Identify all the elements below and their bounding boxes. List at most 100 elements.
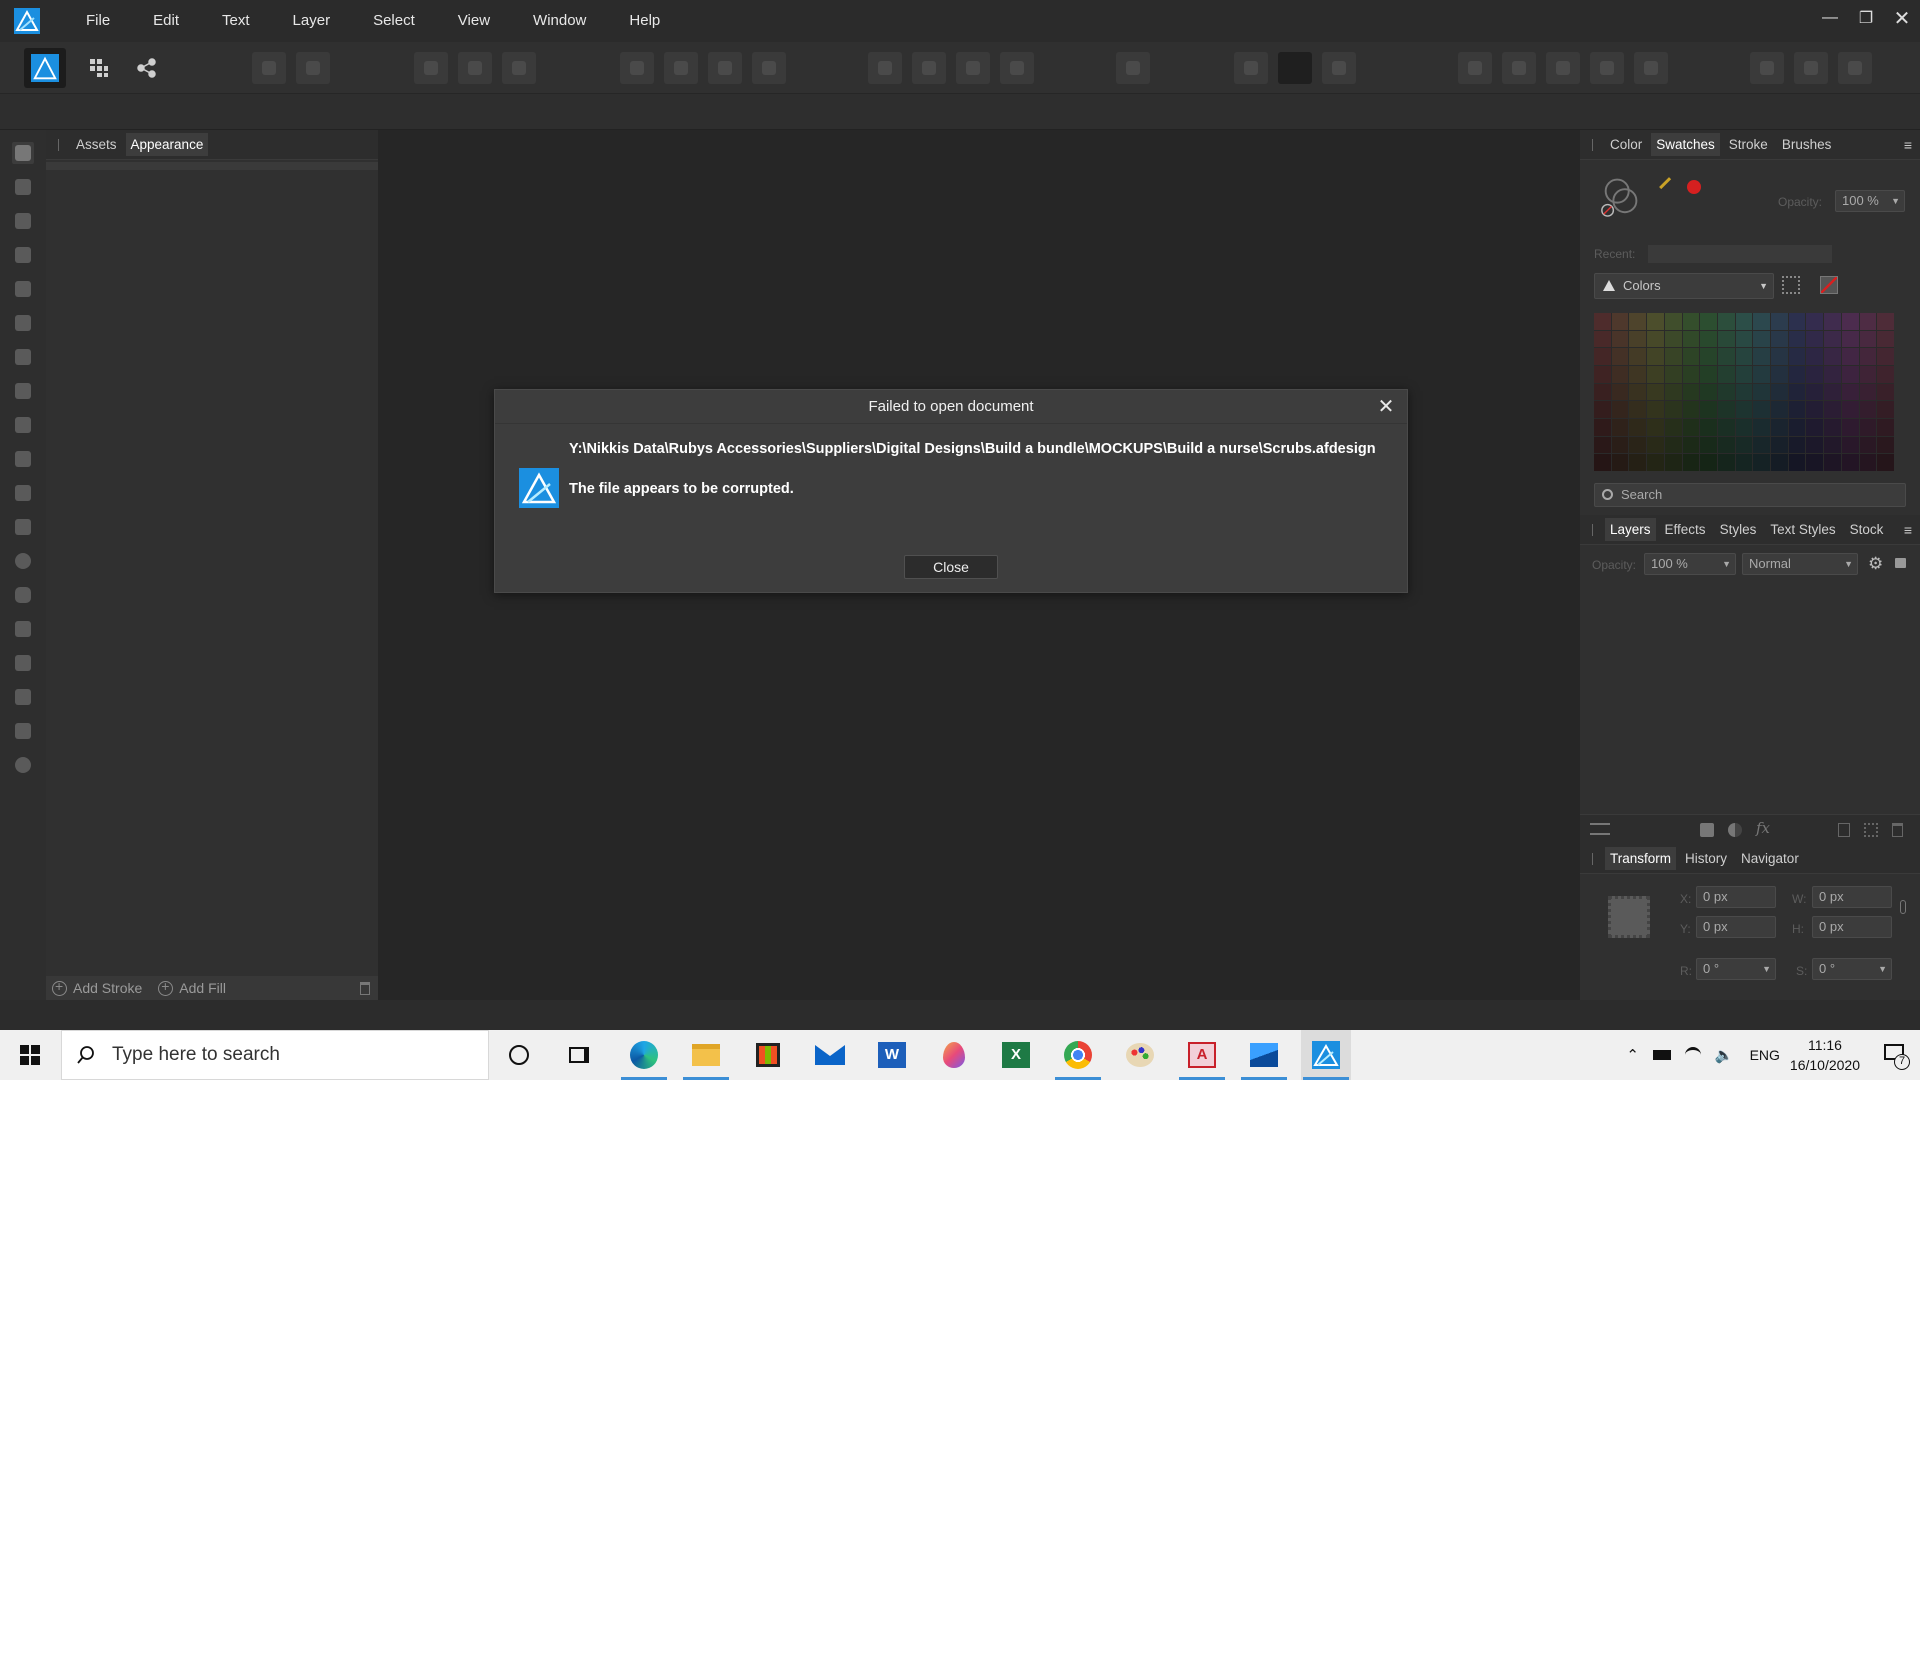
- eyedropper-icon[interactable]: [1659, 177, 1679, 197]
- toolbar-button[interactable]: [1546, 52, 1580, 84]
- artistic-text-tool-icon[interactable]: [12, 652, 34, 674]
- swatch[interactable]: [1859, 383, 1877, 401]
- swatch[interactable]: [1877, 348, 1894, 365]
- heart-shape-tool-icon[interactable]: [12, 618, 34, 640]
- w-field[interactable]: 0 px: [1812, 886, 1892, 908]
- swatch[interactable]: [1806, 436, 1824, 454]
- tab-effects[interactable]: Effects: [1660, 518, 1711, 541]
- swatch[interactable]: [1753, 454, 1771, 471]
- menu-edit[interactable]: Edit: [131, 0, 200, 42]
- edge-icon[interactable]: [619, 1030, 669, 1080]
- color-picker-tool-icon[interactable]: [12, 686, 34, 708]
- swatch[interactable]: [1788, 454, 1806, 471]
- swatch[interactable]: [1717, 313, 1735, 330]
- swatch[interactable]: [1824, 436, 1841, 454]
- fill-tool-icon[interactable]: [12, 380, 34, 402]
- zoom-tool-icon[interactable]: [12, 754, 34, 776]
- paint3d-icon[interactable]: [929, 1030, 979, 1080]
- swatch[interactable]: [1806, 365, 1824, 383]
- lock-icon[interactable]: [1895, 558, 1906, 568]
- tab-stroke[interactable]: Stroke: [1724, 133, 1773, 156]
- swatch[interactable]: [1594, 436, 1611, 454]
- swatch[interactable]: [1629, 401, 1647, 418]
- swatch[interactable]: [1682, 348, 1700, 365]
- swatch[interactable]: [1629, 330, 1647, 348]
- swatch[interactable]: [1824, 330, 1841, 348]
- clock[interactable]: 11:16 16/10/2020: [1790, 1035, 1860, 1075]
- swatch[interactable]: [1735, 401, 1753, 418]
- swatch[interactable]: [1824, 454, 1841, 471]
- swatch[interactable]: [1753, 348, 1771, 365]
- chevron-down-icon[interactable]: ▼: [1759, 274, 1768, 298]
- swatch[interactable]: [1647, 365, 1664, 383]
- swatch[interactable]: [1611, 330, 1629, 348]
- swatch[interactable]: [1806, 383, 1824, 401]
- swatch[interactable]: [1824, 313, 1841, 330]
- toolbar-button[interactable]: [1322, 52, 1356, 84]
- swatch[interactable]: [1806, 330, 1824, 348]
- swatch[interactable]: [1664, 436, 1682, 454]
- swatch[interactable]: [1841, 454, 1859, 471]
- mail-icon[interactable]: [805, 1030, 855, 1080]
- adjustment-icon[interactable]: [1728, 823, 1742, 837]
- volume-icon[interactable]: 🔈: [1715, 1046, 1734, 1064]
- view-tool-hand-icon[interactable]: [12, 720, 34, 742]
- swatch[interactable]: [1682, 365, 1700, 383]
- swatch[interactable]: [1735, 330, 1753, 348]
- swatch[interactable]: [1664, 454, 1682, 471]
- fx-icon[interactable]: fx: [1756, 819, 1770, 837]
- rectangle-tool-icon[interactable]: [12, 516, 34, 538]
- swatch[interactable]: [1859, 436, 1877, 454]
- cortana-icon[interactable]: [494, 1030, 544, 1080]
- swatch[interactable]: [1700, 348, 1717, 365]
- swatch[interactable]: [1841, 436, 1859, 454]
- chevron-down-icon[interactable]: ▼: [1762, 959, 1771, 979]
- swatch[interactable]: [1788, 365, 1806, 383]
- task-view-icon[interactable]: [554, 1030, 604, 1080]
- minimize-icon[interactable]: —: [1812, 0, 1848, 36]
- swatch[interactable]: [1700, 436, 1717, 454]
- chrome-icon[interactable]: [1053, 1030, 1103, 1080]
- panel-menu-icon[interactable]: ≡: [1904, 522, 1912, 538]
- file-explorer-icon[interactable]: [681, 1030, 731, 1080]
- artboard-tool-icon[interactable]: [12, 176, 34, 198]
- swatch[interactable]: [1771, 454, 1788, 471]
- excel-icon[interactable]: X: [991, 1030, 1041, 1080]
- swatch[interactable]: [1664, 348, 1682, 365]
- swatch[interactable]: [1664, 418, 1682, 436]
- toolbar-button[interactable]: [1458, 52, 1492, 84]
- swatch[interactable]: [1647, 436, 1664, 454]
- swatch[interactable]: [1877, 383, 1894, 401]
- swatch[interactable]: [1753, 436, 1771, 454]
- swatch[interactable]: [1735, 348, 1753, 365]
- swatch[interactable]: [1753, 401, 1771, 418]
- swatch[interactable]: [1629, 418, 1647, 436]
- toolbar-button[interactable]: [1634, 52, 1668, 84]
- panel-grip[interactable]: [1592, 138, 1593, 151]
- restore-icon[interactable]: ❐: [1848, 0, 1884, 36]
- delete-layer-icon[interactable]: [1892, 823, 1903, 837]
- swatch[interactable]: [1859, 401, 1877, 418]
- tab-navigator[interactable]: Navigator: [1736, 847, 1804, 870]
- blend-mode-select[interactable]: Normal ▼: [1742, 553, 1858, 575]
- tab-text-styles[interactable]: Text Styles: [1765, 518, 1840, 541]
- swatch[interactable]: [1682, 330, 1700, 348]
- toolbar-button[interactable]: [1750, 52, 1784, 84]
- swatch[interactable]: [1753, 330, 1771, 348]
- swatch[interactable]: [1664, 330, 1682, 348]
- swatch[interactable]: [1877, 418, 1894, 436]
- swatch[interactable]: [1859, 454, 1877, 471]
- swatch[interactable]: [1841, 348, 1859, 365]
- chevron-down-icon[interactable]: ▼: [1722, 554, 1731, 574]
- swatch[interactable]: [1788, 436, 1806, 454]
- tab-stock[interactable]: Stock: [1845, 518, 1889, 541]
- add-palette-icon[interactable]: [1782, 276, 1800, 294]
- swatch[interactable]: [1788, 401, 1806, 418]
- toolbar-button[interactable]: [956, 52, 990, 84]
- toolbar-button[interactable]: [1502, 52, 1536, 84]
- menu-select[interactable]: Select: [351, 0, 436, 42]
- swatch[interactable]: [1647, 313, 1664, 330]
- tab-styles[interactable]: Styles: [1715, 518, 1762, 541]
- toolbar-button[interactable]: [912, 52, 946, 84]
- swatch[interactable]: [1700, 454, 1717, 471]
